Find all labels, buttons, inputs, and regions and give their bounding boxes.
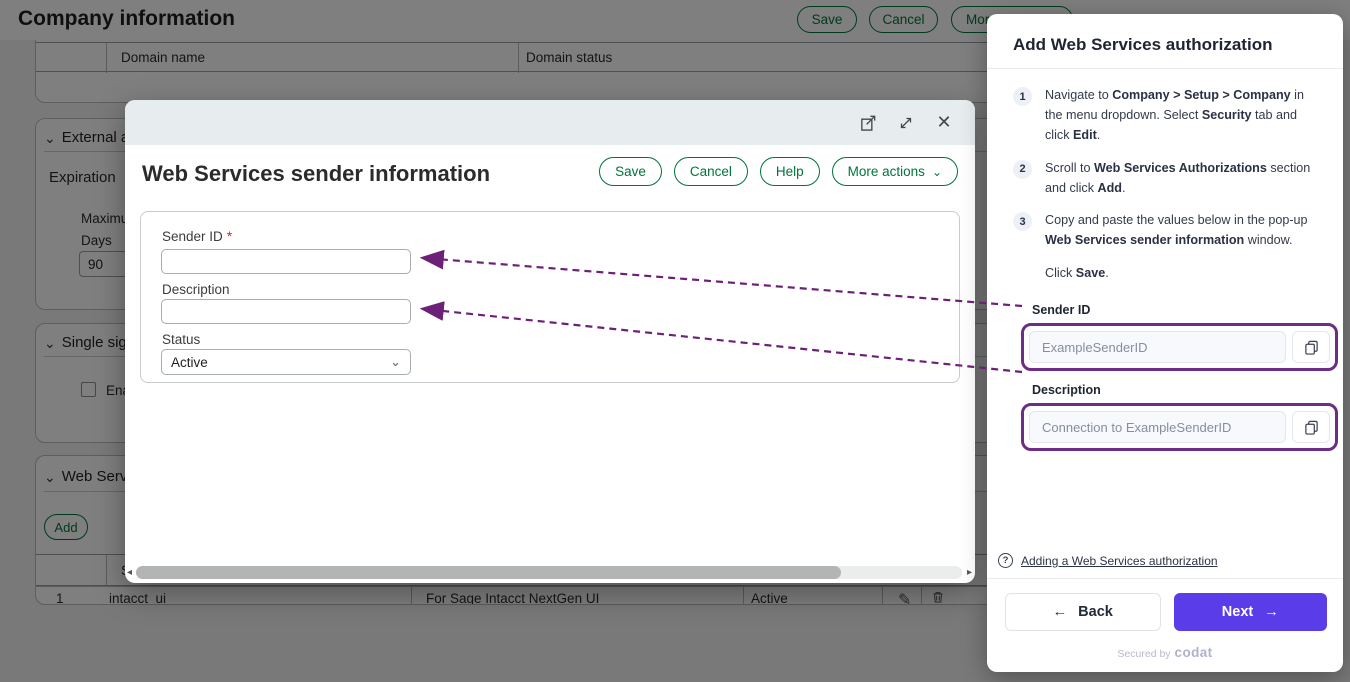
more-actions-label: More actions — [848, 164, 925, 179]
back-label: Back — [1078, 604, 1113, 620]
resize-icon[interactable] — [895, 112, 917, 134]
scrollbar-track[interactable] — [136, 566, 962, 579]
description-input[interactable] — [161, 299, 411, 324]
next-arrow-icon: → — [1264, 604, 1279, 620]
scroll-left-icon[interactable]: ◂ — [127, 565, 132, 580]
step-text: Click Save. — [1045, 264, 1109, 284]
modal-horizontal-scrollbar[interactable]: ◂ ▸ — [125, 565, 975, 580]
popout-icon[interactable] — [857, 112, 879, 134]
sender-id-input[interactable] — [161, 249, 411, 274]
secured-by-footer: Secured by codat — [987, 631, 1343, 672]
chevron-down-icon: ⌄ — [390, 354, 401, 370]
copy-icon — [1304, 420, 1319, 435]
modal-title-row: Web Services sender information Save Can… — [125, 145, 975, 203]
wizard-buttons: ← Back Next → — [987, 579, 1343, 631]
description-highlight-ring — [1021, 403, 1338, 451]
question-icon: ? — [998, 553, 1013, 568]
instruction-step: Click Save. — [1013, 264, 1319, 284]
step-text: Copy and paste the values below in the p… — [1045, 211, 1319, 251]
status-selected-value: Active — [171, 355, 208, 370]
secured-by-text: Secured by — [1117, 648, 1170, 660]
step-number-badge: 1 — [1013, 87, 1032, 106]
back-button[interactable]: ← Back — [1005, 593, 1161, 631]
modal-help-button[interactable]: Help — [760, 157, 820, 186]
next-label: Next — [1222, 604, 1253, 620]
status-select[interactable]: Active ⌄ — [161, 349, 411, 375]
modal-window-bar: ✕ — [125, 100, 975, 145]
help-link-row: ? Adding a Web Services authorization — [987, 553, 1343, 578]
description-label: Description — [162, 282, 230, 297]
web-services-sender-modal: ✕ Web Services sender information Save C… — [125, 100, 975, 583]
steps-list: 1 Navigate to Company > Setup > Company i… — [987, 69, 1343, 297]
modal-more-actions-button[interactable]: More actions ⌄ — [832, 157, 958, 186]
copy-sender-id-button[interactable] — [1292, 331, 1330, 363]
next-button[interactable]: Next → — [1174, 593, 1328, 631]
guide-sender-id-label: Sender ID — [1032, 303, 1343, 317]
sender-id-label: Sender ID* — [162, 228, 232, 244]
sender-id-highlight-ring — [1021, 323, 1338, 371]
status-label: Status — [162, 332, 200, 347]
guide-fields: Sender ID Description — [987, 297, 1343, 463]
codat-logo: codat — [1175, 645, 1213, 660]
guide-sender-id-value[interactable] — [1029, 331, 1286, 363]
copy-description-button[interactable] — [1292, 411, 1330, 443]
copy-icon — [1304, 340, 1319, 355]
back-arrow-icon: ← — [1053, 604, 1068, 620]
chevron-down-icon: ⌄ — [932, 165, 942, 179]
instruction-step: 1 Navigate to Company > Setup > Company i… — [1013, 86, 1319, 146]
close-icon[interactable]: ✕ — [933, 112, 955, 134]
sender-form-panel: Sender ID* Description Status Active ⌄ — [140, 211, 960, 383]
screen: Company information Save Cancel More act… — [0, 0, 1350, 682]
guide-panel-title: Add Web Services authorization — [987, 14, 1343, 69]
step-number-badge: 3 — [1013, 212, 1032, 231]
step-text: Navigate to Company > Setup > Company in… — [1045, 86, 1319, 146]
add-authorization-guide-panel: Add Web Services authorization 1 Navigate… — [987, 14, 1343, 672]
guide-description-value[interactable] — [1029, 411, 1286, 443]
help-article-link[interactable]: Adding a Web Services authorization — [1021, 554, 1218, 568]
step-text: Scroll to Web Services Authorizations se… — [1045, 159, 1319, 199]
step-number-badge — [1013, 265, 1032, 284]
scroll-right-icon[interactable]: ▸ — [967, 565, 972, 580]
instruction-step: 2 Scroll to Web Services Authorizations s… — [1013, 159, 1319, 199]
instruction-step: 3 Copy and paste the values below in the … — [1013, 211, 1319, 251]
scrollbar-thumb[interactable] — [136, 566, 841, 579]
required-asterisk: * — [227, 228, 232, 244]
modal-title: Web Services sender information — [142, 161, 490, 187]
modal-cancel-button[interactable]: Cancel — [674, 157, 748, 186]
guide-description-label: Description — [1032, 383, 1343, 397]
modal-save-button[interactable]: Save — [599, 157, 662, 186]
step-number-badge: 2 — [1013, 160, 1032, 179]
